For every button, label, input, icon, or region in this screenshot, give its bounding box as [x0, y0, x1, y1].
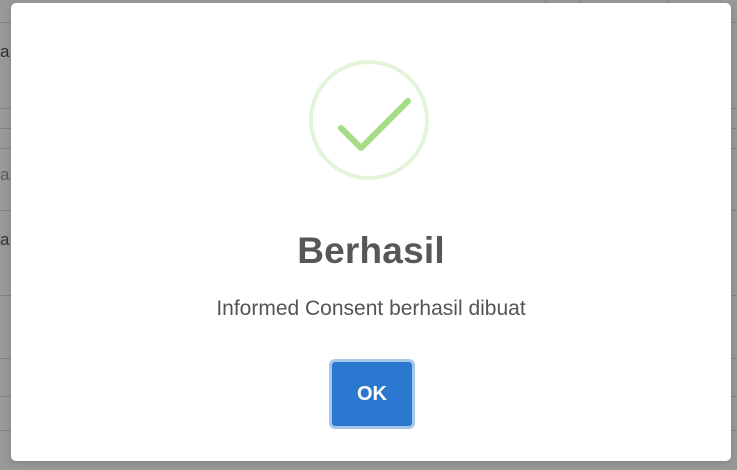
dialog-message: Informed Consent berhasil dibuat — [216, 297, 526, 320]
success-check-icon — [309, 60, 429, 180]
dialog-title: Berhasil — [297, 230, 445, 271]
ok-button[interactable]: OK — [329, 359, 415, 429]
success-dialog: Berhasil Informed Consent berhasil dibua… — [11, 3, 731, 461]
checkmark-icon — [338, 98, 411, 151]
